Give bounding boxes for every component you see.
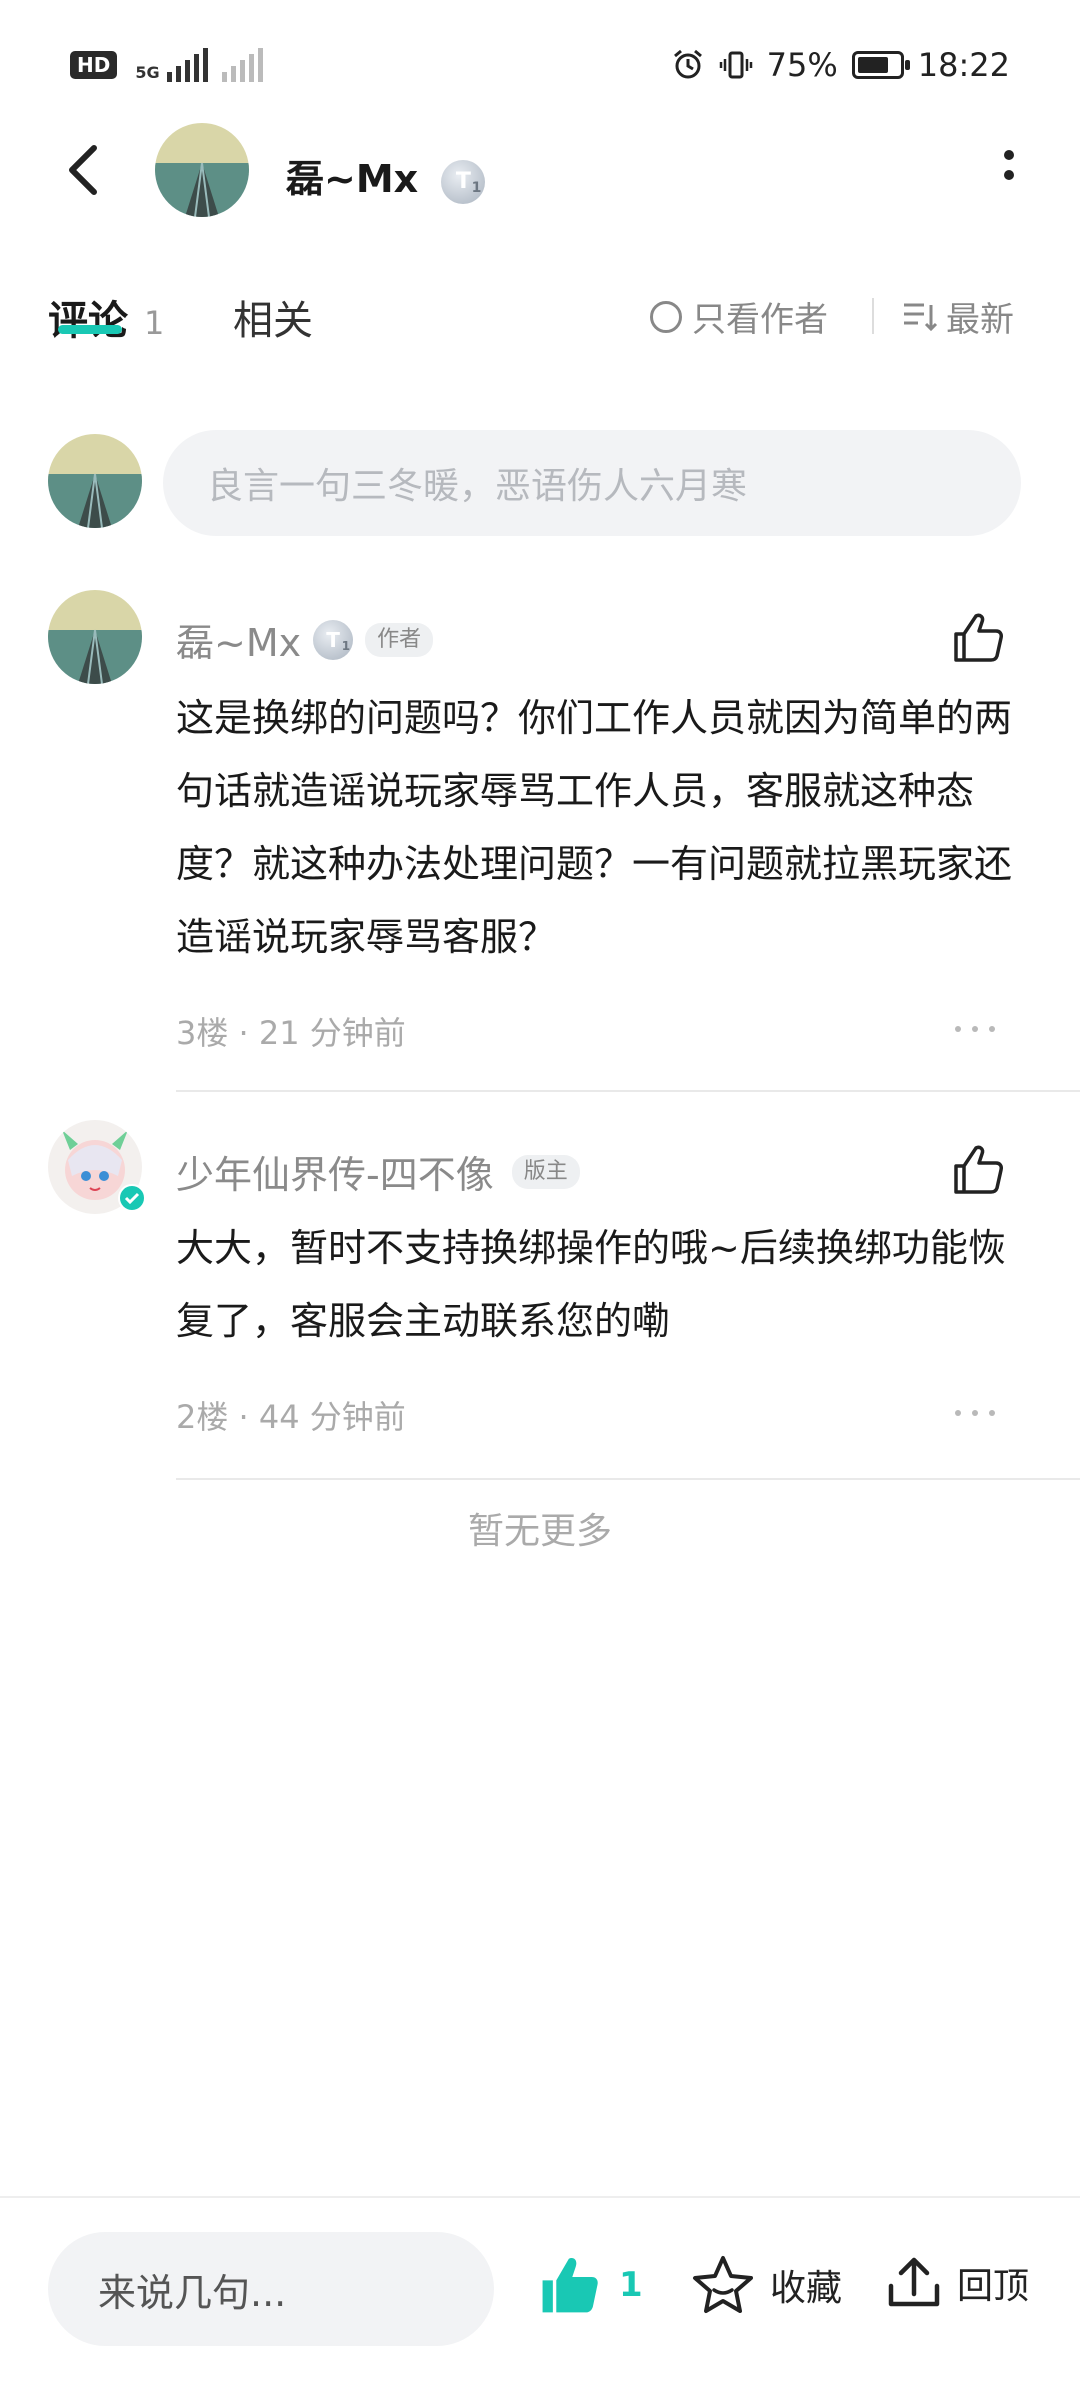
tab-comments-label: 评论 — [48, 298, 128, 344]
level-letter: T — [326, 627, 340, 652]
clock: 18:22 — [917, 46, 1010, 84]
header-title: 磊~Mx — [286, 157, 419, 201]
header: 磊~Mx T1 — [0, 120, 1080, 220]
sort-label: 最新 — [946, 300, 1014, 340]
sort-icon — [904, 303, 938, 331]
tab-comments-count: 1 — [144, 304, 165, 342]
comment-author-name: 磊~Mx — [176, 621, 302, 665]
comment-avatar[interactable] — [48, 590, 142, 684]
comment-meta: 2楼 · 44 分钟前 — [176, 1398, 406, 1436]
hd-badge: HD — [70, 51, 118, 79]
back-icon[interactable] — [56, 140, 116, 200]
level-badge: T1 — [313, 619, 354, 660]
like-count: 1 — [619, 2265, 643, 2305]
bottom-bar: 来说几句... 1 收藏 回顶 — [0, 2196, 1080, 2388]
thumbs-up-filled-icon — [542, 2258, 598, 2313]
tab-active-indicator — [58, 325, 122, 334]
comment-input[interactable]: 良言一句三冬暖，恶语伤人六月寒 — [163, 430, 1021, 536]
signal-icon-secondary — [221, 48, 263, 82]
comment-author[interactable]: 磊~Mx T1 作者 — [176, 612, 434, 667]
compose-avatar — [48, 434, 142, 528]
network-label: 5G — [135, 63, 160, 82]
reply-input[interactable]: 来说几句... — [48, 2232, 494, 2346]
header-avatar[interactable] — [155, 123, 249, 217]
back-to-top-label: 回顶 — [957, 2266, 1030, 2307]
more-horizontal-icon[interactable] — [955, 1022, 995, 1036]
author-only-label: 只看作者 — [692, 300, 828, 340]
level-number: 1 — [341, 638, 351, 653]
comment-author-name: 少年仙界传-四不像 — [176, 1153, 494, 1197]
comment-body: 大大，暂时不支持换绑操作的哦~后续换绑功能恢复了，客服会主动联系您的嘞 — [176, 1226, 1006, 1343]
status-right: 75% 18:22 — [671, 46, 1010, 84]
no-more-label: 暂无更多 — [467, 1511, 612, 1552]
level-badge: T1 — [441, 159, 486, 204]
status-bar: HD 5G 75% 18:22 — [0, 0, 1080, 130]
comment-body: 这是换绑的问题吗？你们工作人员就因为简单的两句话就造谣说玩家辱骂工作人员，客服就… — [176, 696, 1013, 959]
battery-fill — [857, 57, 888, 73]
level-letter: T — [455, 168, 471, 194]
author-only-toggle[interactable]: 只看作者 — [650, 292, 828, 341]
vibrate-icon — [719, 51, 752, 79]
verified-icon — [118, 1184, 146, 1212]
battery-icon — [851, 51, 910, 79]
level-number: 1 — [471, 179, 482, 196]
comment-author[interactable]: 少年仙界传-四不像 版主 — [176, 1144, 580, 1199]
avatar-image — [48, 590, 142, 684]
battery-percent: 75% — [766, 46, 838, 84]
thumbs-up-icon[interactable] — [950, 1142, 1006, 1198]
thumbs-up-icon[interactable] — [950, 610, 1006, 666]
favorite-button[interactable]: 收藏 — [690, 2254, 842, 2316]
status-left: HD 5G — [70, 48, 263, 82]
tab-comments[interactable]: 评论 1 — [48, 288, 164, 346]
tab-bar: 评论 1 相关 只看作者 最新 — [0, 270, 1080, 360]
divider — [176, 1090, 1080, 1092]
back-to-top-button[interactable]: 回顶 — [885, 2254, 1029, 2312]
alarm-icon — [673, 49, 702, 79]
signal-group: 5G — [135, 48, 263, 82]
radio-icon — [650, 300, 682, 333]
comment-meta: 3楼 · 21 分钟前 — [176, 1014, 406, 1052]
tab-related[interactable]: 相关 — [233, 288, 313, 346]
tab-divider — [872, 298, 874, 334]
favorite-label: 收藏 — [770, 2268, 843, 2309]
more-horizontal-icon[interactable] — [955, 1406, 995, 1420]
signal-icon — [166, 48, 208, 82]
header-username[interactable]: 磊~Mx T1 — [286, 148, 486, 204]
avatar-image — [48, 434, 142, 528]
upload-icon — [888, 2257, 940, 2307]
more-vertical-icon[interactable] — [994, 145, 1024, 195]
star-icon — [693, 2256, 753, 2313]
author-tag: 作者 — [365, 622, 434, 657]
moderator-tag: 版主 — [511, 1154, 580, 1189]
page: HD 5G 75% 18:22 磊~Mx T 1 评论 1 相关 只看作者 最新… — [0, 0, 1080, 2388]
sort-button[interactable]: 最新 — [902, 292, 1014, 341]
divider — [176, 1478, 1080, 1480]
like-button[interactable]: 1 — [535, 2253, 643, 2317]
avatar-image — [155, 123, 249, 217]
